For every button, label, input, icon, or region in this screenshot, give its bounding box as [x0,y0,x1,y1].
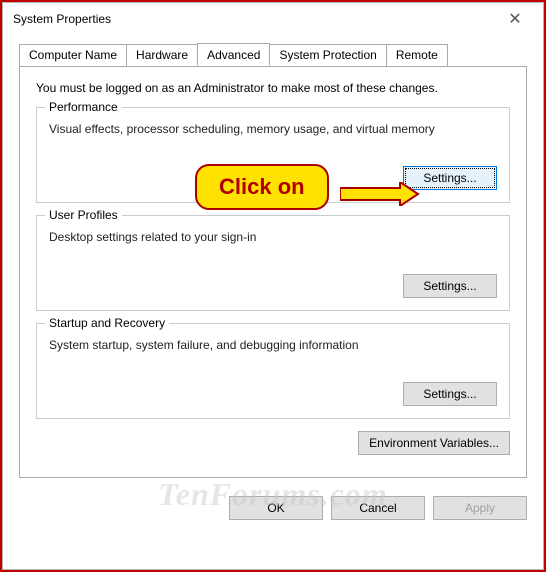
tab-computer-name[interactable]: Computer Name [19,44,127,67]
apply-button[interactable]: Apply [433,496,527,520]
admin-note: You must be logged on as an Administrato… [36,81,510,95]
cancel-button[interactable]: Cancel [331,496,425,520]
advanced-panel: You must be logged on as an Administrato… [19,66,527,478]
startup-button-row: Settings... [49,382,497,406]
dialog-content: Computer Name Hardware Advanced System P… [3,35,543,490]
performance-desc: Visual effects, processor scheduling, me… [49,122,497,136]
system-properties-dialog: System Properties ✕ Computer Name Hardwa… [2,2,544,570]
startup-settings-button[interactable]: Settings... [403,382,497,406]
env-row: Environment Variables... [36,431,510,455]
performance-title: Performance [45,100,122,114]
performance-group: Performance Visual effects, processor sc… [36,107,510,203]
tab-remote[interactable]: Remote [386,44,448,67]
performance-settings-button[interactable]: Settings... [403,166,497,190]
user-profiles-desc: Desktop settings related to your sign-in [49,230,497,244]
startup-title: Startup and Recovery [45,316,169,330]
close-icon[interactable]: ✕ [495,9,535,29]
dialog-buttons: OK Cancel Apply [3,490,543,520]
user-profiles-title: User Profiles [45,208,122,222]
tab-strip: Computer Name Hardware Advanced System P… [19,43,527,66]
tab-system-protection[interactable]: System Protection [269,44,386,67]
ok-button[interactable]: OK [229,496,323,520]
startup-group: Startup and Recovery System startup, sys… [36,323,510,419]
tab-advanced[interactable]: Advanced [197,43,270,66]
performance-button-row: Settings... [49,166,497,190]
environment-variables-button[interactable]: Environment Variables... [358,431,510,455]
user-profiles-button-row: Settings... [49,274,497,298]
window-title: System Properties [13,12,111,26]
tab-hardware[interactable]: Hardware [126,44,198,67]
titlebar: System Properties ✕ [3,3,543,35]
user-profiles-group: User Profiles Desktop settings related t… [36,215,510,311]
startup-desc: System startup, system failure, and debu… [49,338,497,352]
user-profiles-settings-button[interactable]: Settings... [403,274,497,298]
